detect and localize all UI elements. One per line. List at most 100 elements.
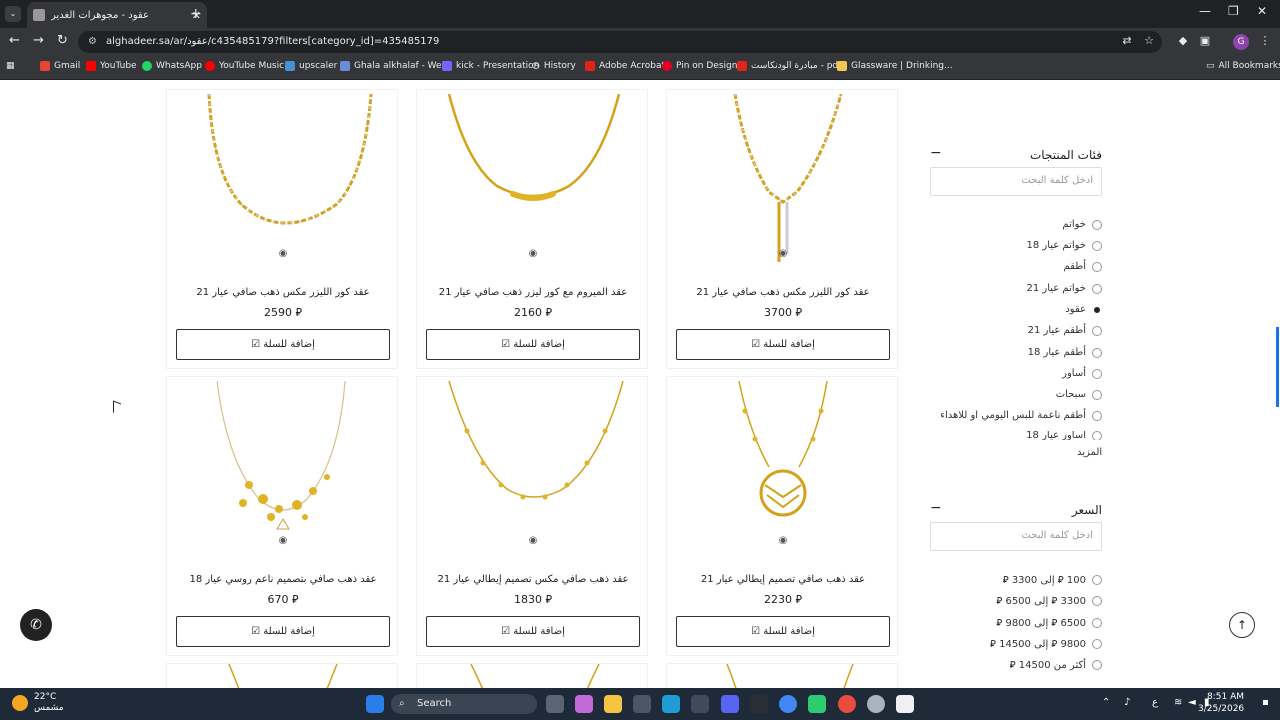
product-name[interactable]: عقد الميروم مع كور ليزر ذهب صافي عيار 21: [417, 287, 649, 298]
bookmark-pin-design[interactable]: Pin on Design: [662, 61, 737, 71]
weather-widget[interactable]: 22°C مشمس: [12, 692, 64, 714]
radio-icon[interactable]: [1092, 283, 1102, 294]
product-card[interactable]: ◉ عقد ذهب صافي تصميم إيطالي عيار 21 2230…: [666, 376, 898, 656]
apps-icon[interactable]: ▦: [6, 61, 15, 71]
bookmark-glassware[interactable]: Glassware | Drinking...: [837, 61, 953, 71]
product-card[interactable]: [416, 663, 648, 688]
category-option[interactable]: أطقم ناعمة للبس اليومي او للاهداء: [940, 410, 1102, 421]
quick-view-icon[interactable]: ◉: [776, 535, 790, 546]
radio-icon[interactable]: [1092, 219, 1102, 230]
product-image[interactable]: [167, 664, 399, 688]
product-image[interactable]: [417, 664, 649, 688]
price-search-input[interactable]: ادخل كلمة البحث: [930, 522, 1102, 551]
all-bookmarks[interactable]: ▭ All Bookmarks: [1206, 61, 1280, 71]
site-info-icon[interactable]: ⚙: [88, 31, 97, 53]
category-option[interactable]: أطقم عيار 21: [1028, 325, 1102, 336]
snipping-tool-icon[interactable]: [691, 695, 709, 713]
quick-view-icon[interactable]: ◉: [276, 535, 290, 546]
taskbar-search[interactable]: ⌕ Search: [391, 694, 537, 714]
notifications-icon[interactable]: ▪: [1262, 697, 1269, 708]
bookmark-star-icon[interactable]: ☆: [1142, 34, 1156, 48]
scroll-to-top-button[interactable]: ↑: [1229, 612, 1255, 638]
volume-icon[interactable]: ◄: [1188, 697, 1196, 708]
radio-selected-icon[interactable]: [1094, 306, 1100, 313]
microphone-icon[interactable]: ♪: [1124, 697, 1130, 708]
quick-view-icon[interactable]: ◉: [526, 535, 540, 546]
add-to-cart-button[interactable]: إضافة للسلة ☑: [426, 329, 640, 360]
forward-icon[interactable]: →: [33, 33, 44, 48]
radio-icon[interactable]: [1092, 659, 1102, 670]
radio-icon[interactable]: [1092, 368, 1102, 379]
bookmark-pdf[interactable]: مبادرة الودنكاست - pdf: [737, 61, 841, 71]
collapse-categories-icon[interactable]: −: [930, 145, 942, 161]
new-tab-button[interactable]: +: [190, 6, 202, 22]
category-option[interactable]: خواتم: [1062, 219, 1102, 230]
notepad-icon[interactable]: [896, 695, 914, 713]
product-image[interactable]: [687, 381, 879, 557]
back-icon[interactable]: ←: [9, 33, 20, 48]
category-option[interactable]: أطقم: [1064, 261, 1102, 272]
settings-icon[interactable]: [867, 695, 885, 713]
tray-chevron-icon[interactable]: ⌃: [1102, 697, 1110, 708]
file-explorer-icon[interactable]: [604, 695, 622, 713]
quick-view-icon[interactable]: ◉: [526, 248, 540, 259]
radio-icon[interactable]: [1092, 261, 1102, 272]
radio-icon[interactable]: [1092, 595, 1102, 606]
category-option[interactable]: أطقم عيار 18: [1028, 347, 1102, 358]
categories-search-input[interactable]: ادخل كلمة البحث: [930, 167, 1102, 196]
product-name[interactable]: عقد كور الليزر مكس ذهب صافي عيار 21: [167, 287, 399, 298]
add-to-cart-button[interactable]: إضافة للسلة ☑: [676, 616, 890, 647]
category-option-selected[interactable]: عقود: [1065, 304, 1102, 315]
radio-icon[interactable]: [1092, 574, 1102, 585]
whatsapp-chat-icon[interactable]: ✆: [20, 609, 52, 641]
radio-icon[interactable]: [1092, 431, 1102, 440]
product-card[interactable]: [666, 663, 898, 688]
price-option[interactable]: 3300 ⃁ إلى 6500 ⃁: [996, 594, 1102, 607]
product-image[interactable]: [187, 381, 379, 557]
discord-icon[interactable]: [721, 695, 739, 713]
radio-icon[interactable]: [1092, 410, 1102, 421]
radio-icon[interactable]: [1092, 617, 1102, 628]
reload-icon[interactable]: ↻: [57, 33, 68, 48]
store-icon[interactable]: [633, 695, 651, 713]
add-to-cart-button[interactable]: إضافة للسلة ☑: [426, 616, 640, 647]
minimize-icon[interactable]: —: [1199, 4, 1211, 18]
radio-icon[interactable]: [1092, 347, 1102, 358]
product-card[interactable]: ◉ عقد الميروم مع كور ليزر ذهب صافي عيار …: [416, 89, 648, 369]
bookmark-adobe[interactable]: Adobe Acrobat: [585, 61, 665, 71]
address-bar[interactable]: ⚙ alghadeer.sa/ar/عقود/c435485179?filter…: [78, 31, 1162, 53]
epic-games-icon[interactable]: [750, 695, 768, 713]
task-view-icon[interactable]: [546, 695, 564, 713]
bookmark-history[interactable]: ◷ History: [532, 61, 576, 71]
bookmark-ghala[interactable]: Ghala alkhalaf - We...: [340, 61, 450, 71]
product-name[interactable]: عقد ذهب صافي بتصميم ناعم روسي عيار 18: [167, 574, 399, 585]
scrollbar-thumb[interactable]: [1276, 327, 1279, 407]
chrome-icon[interactable]: [779, 695, 797, 713]
app-icon-2[interactable]: [838, 695, 856, 713]
product-card[interactable]: ◉ عقد كور الليزر مكس ذهب صافي عيار 21 37…: [666, 89, 898, 369]
edge-icon[interactable]: [662, 695, 680, 713]
tab-active[interactable]: عقود - مجوهرات الغدير ✕: [27, 2, 207, 28]
radio-icon[interactable]: [1092, 240, 1102, 251]
collapse-price-icon[interactable]: −: [930, 500, 942, 516]
add-to-cart-button[interactable]: إضافة للسلة ☑: [176, 329, 390, 360]
bookmark-youtube-music[interactable]: YouTube Music: [205, 61, 284, 71]
add-to-cart-button[interactable]: إضافة للسلة ☑: [176, 616, 390, 647]
menu-kebab-icon[interactable]: ⋮: [1258, 34, 1272, 48]
price-option[interactable]: 6500 ⃁ إلى 9800 ⃁: [996, 616, 1102, 629]
radio-icon[interactable]: [1092, 638, 1102, 649]
category-option[interactable]: خواتم عيار 18: [1026, 240, 1102, 251]
price-option[interactable]: 9800 ⃁ إلى 14500 ⃁: [990, 637, 1102, 650]
extension-icon[interactable]: ◆: [1176, 34, 1190, 48]
quick-view-icon[interactable]: ◉: [776, 248, 790, 259]
product-card[interactable]: ◉ عقد كور الليزر مكس ذهب صافي عيار 21 25…: [166, 89, 398, 369]
product-name[interactable]: عقد كور الليزر مكس ذهب صافي عيار 21: [667, 287, 899, 298]
product-name[interactable]: عقد ذهب صافي تصميم إيطالي عيار 21: [667, 574, 899, 585]
translate-icon[interactable]: ⇄: [1120, 34, 1134, 48]
bookmark-whatsapp[interactable]: WhatsApp: [142, 61, 202, 71]
product-image[interactable]: [437, 94, 629, 270]
product-image[interactable]: [687, 94, 879, 270]
maximize-icon[interactable]: ❐: [1228, 4, 1239, 18]
product-card[interactable]: ◉ عقد ذهب صافي بتصميم ناعم روسي عيار 18 …: [166, 376, 398, 656]
quick-view-icon[interactable]: ◉: [276, 248, 290, 259]
